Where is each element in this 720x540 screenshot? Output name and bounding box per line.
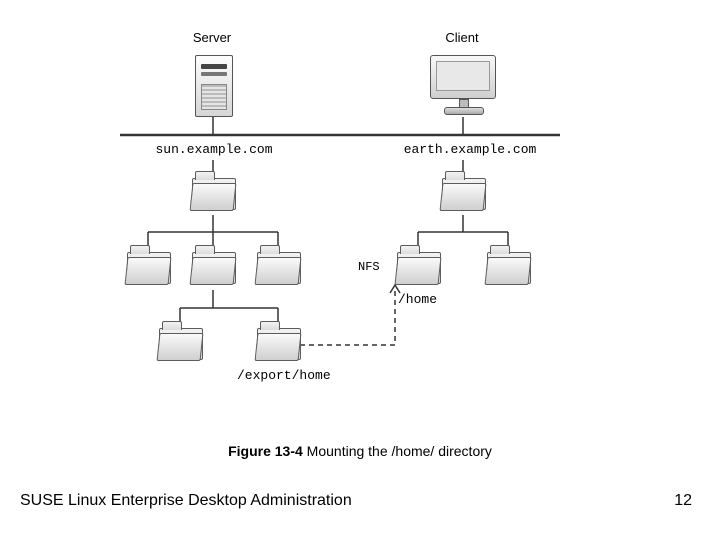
client-home-folder-icon bbox=[397, 252, 441, 284]
client-root-folder-icon bbox=[442, 178, 486, 210]
nfs-protocol-label: NFS bbox=[358, 260, 380, 274]
server-export-home-path-label: /export/home bbox=[237, 368, 331, 383]
server-child-folder-3-icon bbox=[257, 252, 301, 284]
server-child-folder-1-icon bbox=[127, 252, 171, 284]
figure-text: Mounting the /home/ directory bbox=[303, 443, 492, 459]
server-hostname: sun.example.com bbox=[140, 142, 288, 157]
server-heading: Server bbox=[182, 30, 242, 45]
server-grandchild-folder-1-icon bbox=[159, 328, 203, 360]
client-heading: Client bbox=[432, 30, 492, 45]
client-home-path-label: /home bbox=[398, 292, 437, 307]
client-child-folder-2-icon bbox=[487, 252, 531, 284]
footer-page-number: 12 bbox=[674, 492, 692, 510]
server-export-home-folder-icon bbox=[257, 328, 301, 360]
diagram-stage: Server Client bbox=[0, 0, 720, 540]
client-hostname: earth.example.com bbox=[390, 142, 550, 157]
figure-caption: Figure 13-4 Mounting the /home/ director… bbox=[0, 443, 720, 459]
server-child-folder-2-icon bbox=[192, 252, 236, 284]
server-root-folder-icon bbox=[192, 178, 236, 210]
client-monitor-icon bbox=[430, 55, 496, 115]
figure-ref: Figure 13-4 bbox=[228, 443, 303, 459]
server-tower-icon bbox=[195, 55, 233, 117]
footer-book-title: SUSE Linux Enterprise Desktop Administra… bbox=[20, 492, 352, 510]
